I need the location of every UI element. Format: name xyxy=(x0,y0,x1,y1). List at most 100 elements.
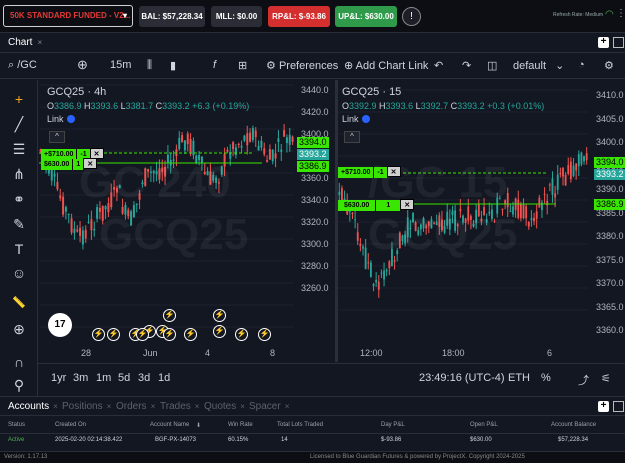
candle-body[interactable] xyxy=(583,156,585,162)
text-tool-icon[interactable]: T xyxy=(10,240,28,258)
candle-body[interactable] xyxy=(283,130,286,137)
interval-button[interactable]: 15m xyxy=(110,59,131,71)
candle-body[interactable] xyxy=(564,174,567,186)
tab-trades[interactable]: Trades × xyxy=(160,401,199,412)
candle-body[interactable] xyxy=(234,147,237,156)
brush-icon[interactable]: ✎ xyxy=(10,215,28,233)
candle-body[interactable] xyxy=(393,260,396,262)
candle-body[interactable] xyxy=(348,211,351,213)
crosshair-icon[interactable]: + xyxy=(10,90,28,108)
snapshot-icon[interactable]: ◔ xyxy=(578,59,585,71)
candle-body[interactable] xyxy=(62,196,65,215)
session-selector[interactable]: ETH xyxy=(508,372,530,384)
ruler-icon[interactable]: 📏 xyxy=(10,294,28,312)
candle-body[interactable] xyxy=(288,134,291,145)
candle-body[interactable] xyxy=(546,200,549,206)
candle-body[interactable] xyxy=(338,191,341,196)
candle-body[interactable] xyxy=(543,193,546,195)
percent-scale-toggle[interactable]: % xyxy=(541,372,551,384)
candle-body[interactable] xyxy=(369,262,372,277)
preferences-button[interactable]: ⚙ Preferences xyxy=(266,59,338,72)
close-icon[interactable]: ✕ xyxy=(386,166,401,177)
candle-body[interactable] xyxy=(257,145,260,151)
order-label-position[interactable]: $630.00 1 ✕ xyxy=(338,199,415,211)
candle-body[interactable] xyxy=(76,229,79,232)
candle-body[interactable] xyxy=(226,150,229,152)
auto-scale-icon[interactable]: ⚟ xyxy=(601,372,611,385)
candle-body[interactable] xyxy=(551,178,554,195)
candle-body[interactable] xyxy=(93,228,96,231)
candle-body[interactable] xyxy=(73,228,76,234)
undo-icon[interactable]: ↶ xyxy=(434,59,443,72)
column-header[interactable]: Account Balance xyxy=(551,422,596,428)
candle-body[interactable] xyxy=(359,243,362,247)
candle-body[interactable] xyxy=(53,173,56,177)
candle-body[interactable] xyxy=(277,138,280,143)
close-icon[interactable]: ✕ xyxy=(83,158,98,169)
candle-body[interactable] xyxy=(254,130,257,138)
candle-body[interactable] xyxy=(380,272,383,274)
maximize-icon[interactable] xyxy=(613,37,624,48)
candle-body[interactable] xyxy=(84,229,87,239)
candle-body[interactable] xyxy=(246,133,249,146)
candle-body[interactable] xyxy=(362,246,364,249)
add-panel-icon[interactable]: + xyxy=(598,401,609,412)
candle-body[interactable] xyxy=(364,247,367,269)
timezone-clock[interactable]: 23:49:16 (UTC-4) xyxy=(419,372,505,384)
candle-body[interactable] xyxy=(525,206,528,219)
column-header[interactable]: Day P&L xyxy=(381,422,405,428)
symbol-search[interactable]: ⌕ /GC xyxy=(8,59,37,72)
trend-line-icon[interactable]: ╱ xyxy=(10,115,28,133)
close-icon[interactable]: × xyxy=(37,38,42,47)
candle-body[interactable] xyxy=(585,153,588,161)
event-bolt-icon[interactable]: ⚡ xyxy=(92,328,105,341)
event-bolt-icon[interactable]: ⚡ xyxy=(163,328,176,341)
column-header[interactable]: Open P&L xyxy=(470,422,498,428)
candle-body[interactable] xyxy=(383,270,385,280)
column-header[interactable]: Account Name xyxy=(150,422,189,428)
candle-body[interactable] xyxy=(372,283,375,287)
range-3d[interactable]: 3d xyxy=(138,372,150,384)
candle-body[interactable] xyxy=(249,132,252,142)
tab-accounts[interactable]: Accounts × xyxy=(8,401,58,412)
indicators-icon[interactable]: f xyxy=(213,59,216,71)
candle-body[interactable] xyxy=(263,148,266,155)
candle-body[interactable] xyxy=(251,128,254,141)
kebab-menu-icon[interactable]: ⋮ xyxy=(616,8,625,19)
candle-body[interactable] xyxy=(569,161,572,180)
candle-body[interactable] xyxy=(280,149,283,152)
candle-body[interactable] xyxy=(260,140,263,148)
layout-select[interactable]: default ⌄ xyxy=(513,59,564,72)
candle-body[interactable] xyxy=(79,227,82,236)
candle-body[interactable] xyxy=(517,199,520,218)
candle-body[interactable] xyxy=(178,137,181,150)
candle-body[interactable] xyxy=(181,135,184,143)
candle-body[interactable] xyxy=(533,217,535,222)
candle-body[interactable] xyxy=(356,232,359,241)
candle-body[interactable] xyxy=(572,165,575,177)
panel-icon[interactable]: ◫ xyxy=(487,59,497,72)
event-bolt-icon[interactable]: ⚡ xyxy=(107,328,120,341)
close-icon[interactable]: × xyxy=(107,402,112,411)
candle-body[interactable] xyxy=(567,165,570,174)
tab-orders[interactable]: Orders × xyxy=(116,401,155,412)
candle-body[interactable] xyxy=(59,195,62,199)
tab-spacer[interactable]: Spacer × xyxy=(249,401,289,412)
magnet-icon[interactable]: ∩ xyxy=(10,353,28,371)
event-bolt-icon[interactable]: ⚡ xyxy=(213,325,226,338)
candle-body[interactable] xyxy=(70,218,73,233)
emoji-icon[interactable]: ☺ xyxy=(10,264,28,282)
candle-body[interactable] xyxy=(96,207,99,219)
chart-pane-15m[interactable]: /GC 15 GCQ25 GCQ25 · 15 O3392.9 H3393.6 … xyxy=(338,80,625,362)
candle-body[interactable] xyxy=(186,133,189,145)
tab-positions[interactable]: Positions × xyxy=(62,401,111,412)
candle-body[interactable] xyxy=(351,212,354,215)
maximize-icon[interactable] xyxy=(613,401,624,412)
add-panel-icon[interactable]: + xyxy=(598,37,609,48)
horizontal-lines-icon[interactable]: ☰ xyxy=(10,140,28,158)
candle-body[interactable] xyxy=(577,154,580,167)
range-1m[interactable]: 1m xyxy=(96,372,111,384)
candle-body[interactable] xyxy=(527,221,530,227)
candle-body[interactable] xyxy=(522,204,525,219)
close-icon[interactable]: × xyxy=(240,402,245,411)
